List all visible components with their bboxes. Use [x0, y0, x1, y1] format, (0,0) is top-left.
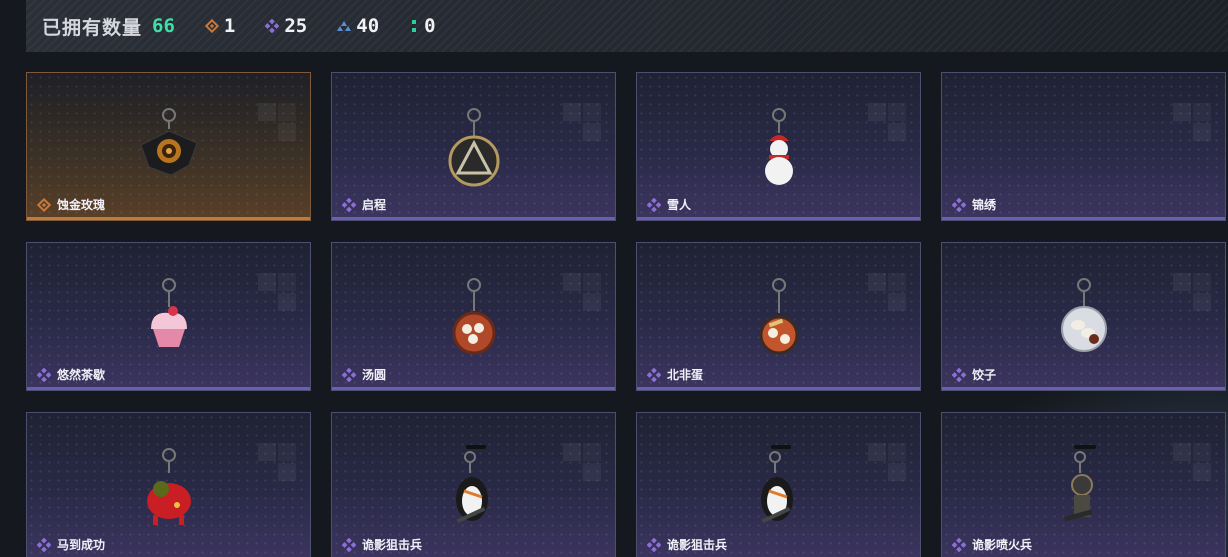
rarity-count-green: 0	[409, 15, 436, 37]
charm-card[interactable]: 诡影狙击兵	[636, 412, 921, 557]
card-decoration	[258, 103, 298, 143]
dumpling-plate-charm-icon	[1061, 278, 1107, 352]
flamethrower-soldier-charm-icon	[1063, 445, 1096, 522]
charm-label: 锦绣	[952, 196, 996, 213]
card-decoration	[563, 273, 603, 313]
charm-card[interactable]: 雪人	[636, 72, 921, 221]
charm-grid: 蚀金玫瑰 启程 雪人 锦绣 悠然茶歇 汤圆 北非蛋 饺子 马到成功 诡影狙击兵 …	[26, 72, 1226, 557]
purple-diamond-icon	[342, 197, 356, 212]
purple-diamond-icon	[952, 367, 966, 382]
rarity-bar	[27, 217, 310, 220]
purple-diamond-icon	[952, 197, 966, 212]
charm-label: 饺子	[952, 366, 996, 383]
orange-diamond-icon	[204, 19, 219, 33]
owned-count-value: 66	[152, 15, 175, 37]
green-dots-icon	[412, 20, 417, 32]
rarity-bar	[942, 217, 1225, 220]
charm-card[interactable]: 悠然茶歇	[26, 242, 311, 391]
charm-label: 蚀金玫瑰	[37, 196, 105, 213]
rarity-count-gold-value: 1	[223, 15, 236, 37]
rarity-count-blue: 40	[337, 15, 379, 37]
charm-card[interactable]: 汤圆	[331, 242, 616, 391]
card-decoration	[563, 443, 603, 483]
charm-card[interactable]: 蚀金玫瑰	[26, 72, 311, 221]
rarity-count-green-value: 0	[424, 15, 436, 37]
rarity-count-blue-value: 40	[356, 15, 380, 37]
rarity-bar	[332, 387, 615, 390]
charm-card[interactable]: 诡影狙击兵	[331, 412, 616, 557]
blue-triangle-icon	[337, 21, 352, 31]
card-decoration	[868, 273, 908, 313]
shakshuka-pan-charm-icon	[759, 278, 799, 355]
purple-diamond-icon	[647, 367, 661, 382]
charm-name: 诡影狙击兵	[362, 538, 423, 552]
card-decoration	[563, 103, 603, 143]
charm-card[interactable]: 诡影喷火兵	[941, 412, 1226, 557]
charm-label: 诡影狙击兵	[647, 536, 727, 553]
inventory-header: 已拥有数量 66 1 25 40 0	[26, 0, 1228, 52]
charm-label: 启程	[342, 196, 386, 213]
purple-diamond-icon	[37, 367, 51, 382]
charm-name: 马到成功	[57, 538, 106, 552]
rarity-bar	[332, 217, 615, 220]
rarity-count-purple: 25	[265, 15, 307, 37]
charm-card[interactable]: 北非蛋	[636, 242, 921, 391]
rarity-bar	[637, 387, 920, 390]
charm-name: 北非蛋	[667, 368, 704, 382]
charm-label: 北非蛋	[647, 366, 703, 383]
rarity-count-purple-value: 25	[284, 15, 308, 37]
charm-name: 蚀金玫瑰	[57, 198, 106, 212]
charm-name: 汤圆	[362, 368, 387, 382]
snowman-charm-icon	[765, 108, 793, 185]
purple-diamond-icon	[952, 537, 966, 552]
charm-label: 诡影狙击兵	[342, 536, 422, 553]
owned-count-label: 已拥有数量	[42, 16, 143, 39]
card-decoration	[868, 443, 908, 483]
charm-name: 启程	[362, 198, 387, 212]
penguin-sniper-charm-icon	[456, 445, 488, 524]
charm-name: 雪人	[667, 198, 692, 212]
charm-card[interactable]: 马到成功	[26, 412, 311, 557]
rarity-bar	[27, 387, 310, 390]
charm-name: 锦绣	[972, 198, 997, 212]
rarity-count-gold: 1	[204, 15, 236, 37]
purple-diamond-icon	[647, 537, 661, 552]
cupcake-charm-icon	[151, 278, 187, 347]
card-decoration	[258, 273, 298, 313]
card-decoration	[1173, 443, 1213, 483]
card-decoration	[1173, 273, 1213, 313]
charm-label: 诡影喷火兵	[952, 536, 1032, 553]
purple-diamond-icon	[37, 537, 51, 552]
charm-label: 汤圆	[342, 366, 386, 383]
charm-label: 雪人	[647, 196, 691, 213]
orange-diamond-icon	[37, 197, 51, 212]
charm-label: 悠然茶歇	[37, 366, 105, 383]
red-horse-charm-icon	[147, 448, 191, 525]
rarity-bar	[942, 387, 1225, 390]
card-decoration	[868, 103, 908, 143]
purple-diamond-icon	[647, 197, 661, 212]
medallion-charm-icon	[448, 108, 500, 187]
purple-diamond-icon	[342, 367, 356, 382]
penguin-sniper-charm-icon	[761, 445, 793, 524]
charm-name: 诡影喷火兵	[972, 538, 1033, 552]
charm-name: 诡影狙击兵	[667, 538, 728, 552]
charm-label: 马到成功	[37, 536, 105, 553]
purple-diamond-icon	[342, 537, 356, 552]
charm-name: 饺子	[972, 368, 997, 382]
rarity-bar	[637, 217, 920, 220]
tangyuan-bowl-charm-icon	[452, 278, 496, 355]
card-decoration	[1173, 103, 1213, 143]
purple-diamond-icon	[265, 19, 280, 33]
charm-card[interactable]: 饺子	[941, 242, 1226, 391]
card-decoration	[258, 443, 298, 483]
charm-card[interactable]: 锦绣	[941, 72, 1226, 221]
charm-name: 悠然茶歇	[57, 368, 106, 382]
gold-rose-charm-icon	[140, 108, 198, 176]
charm-card[interactable]: 启程	[331, 72, 616, 221]
